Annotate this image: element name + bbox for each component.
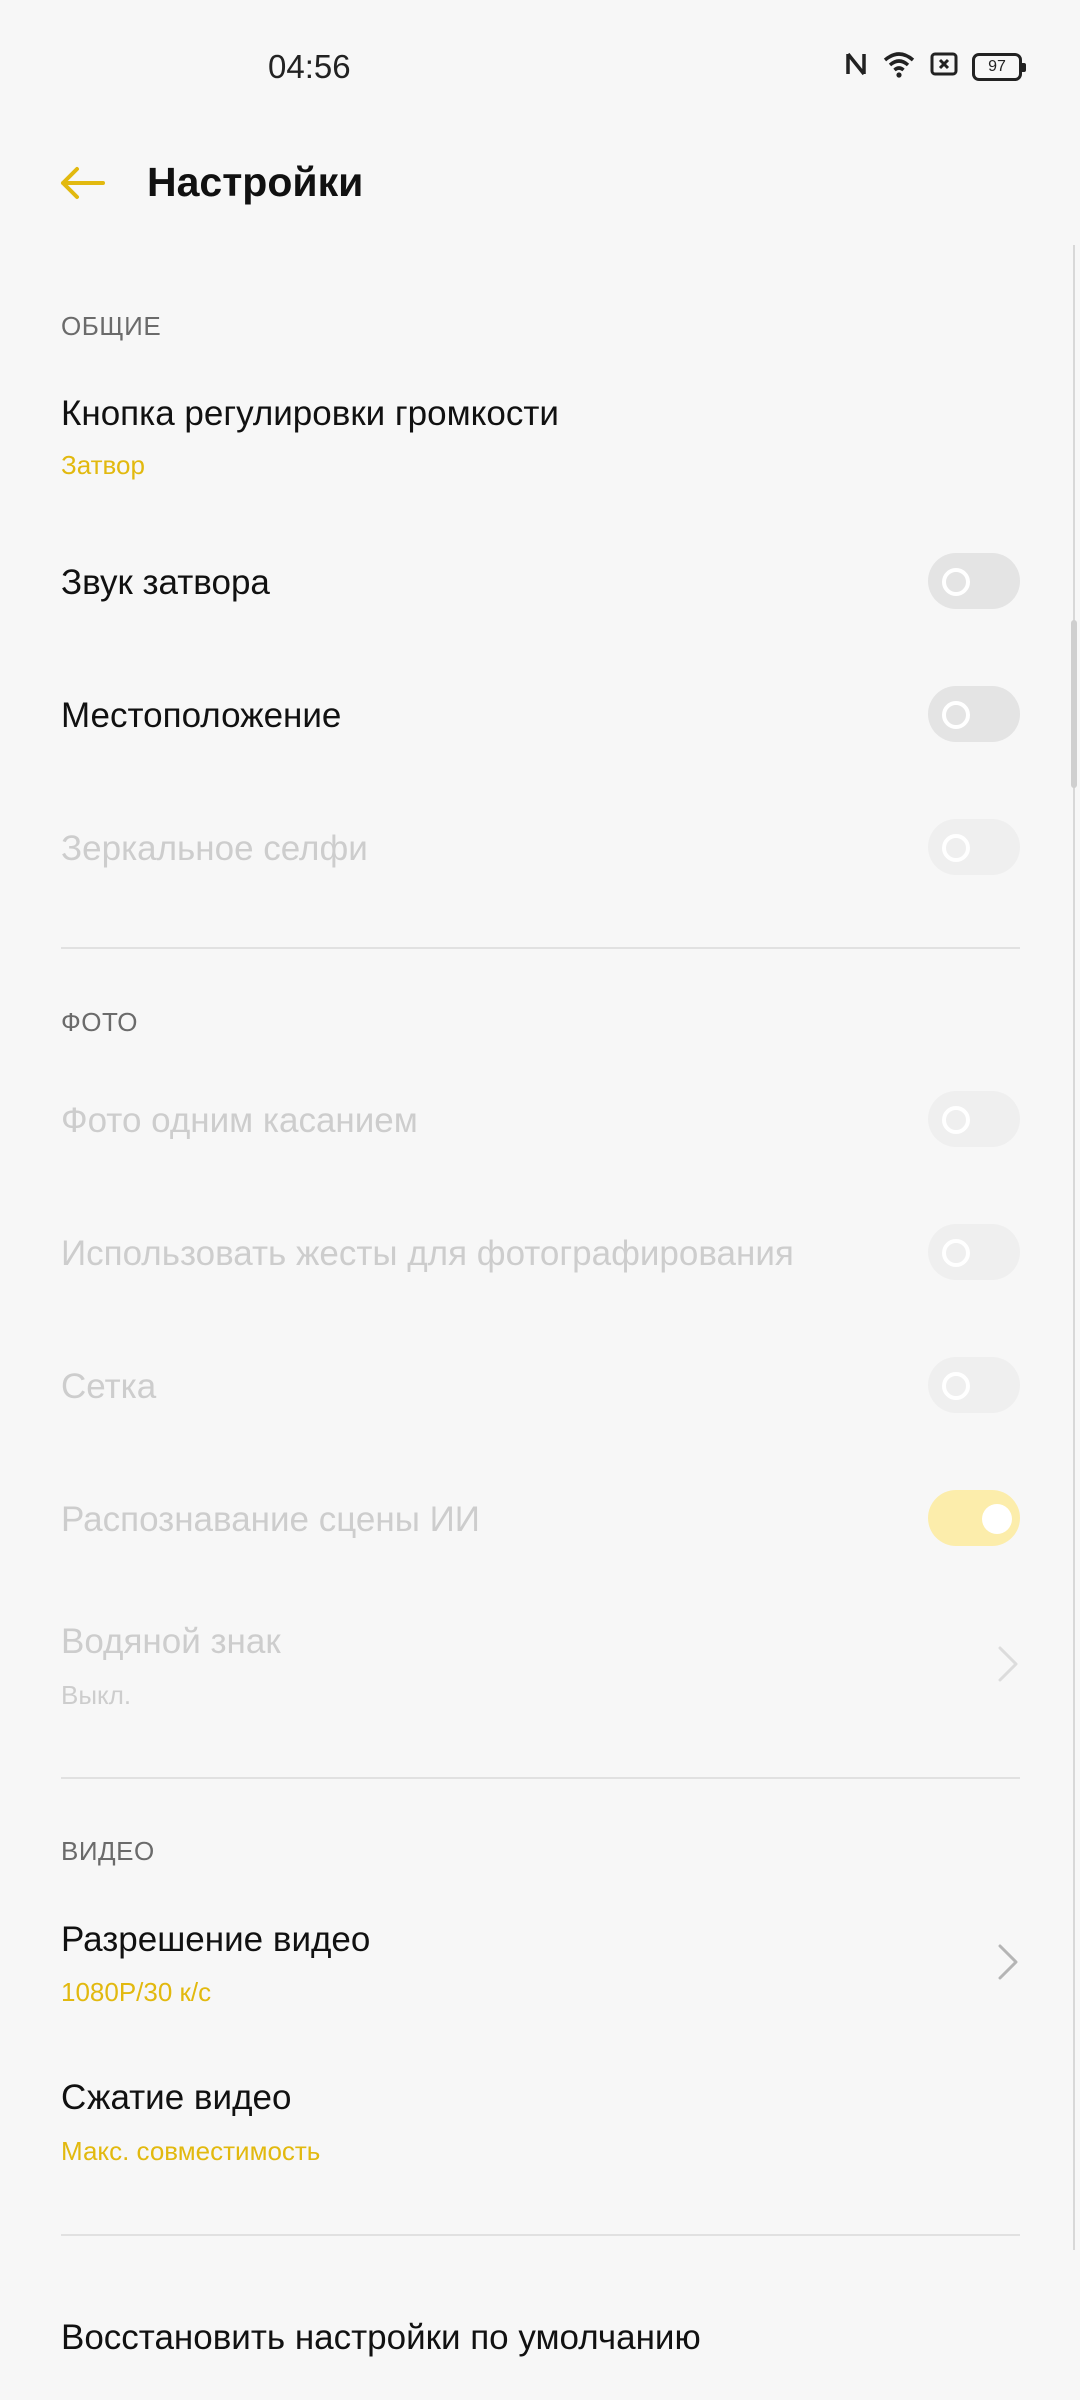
chevron-right-icon	[996, 1644, 1020, 1684]
mirror-selfie-toggle[interactable]	[928, 819, 1020, 875]
shutter-sound-label: Звук затвора	[61, 563, 270, 602]
section-header-video: ВИДЕО	[61, 1836, 155, 1866]
location-label: Местоположение	[61, 696, 342, 735]
page-title: Настройки	[147, 159, 364, 205]
location-toggle[interactable]	[928, 686, 1020, 742]
ai-scene-toggle[interactable]	[928, 1490, 1020, 1546]
video-compression-title: Сжатие видео	[61, 2078, 292, 2117]
back-button[interactable]	[52, 160, 112, 210]
toggle-knob	[942, 834, 970, 862]
nfc-icon	[844, 50, 868, 83]
volume-button-setting[interactable]: Кнопка регулировки громкости Затвор	[0, 380, 1060, 500]
arrow-left-icon	[59, 166, 105, 205]
one-touch-photo-toggle[interactable]	[928, 1091, 1020, 1147]
divider	[61, 2234, 1020, 2236]
grid-label: Сетка	[61, 1367, 157, 1406]
mirror-selfie-label: Зеркальное селфи	[61, 829, 368, 868]
one-touch-photo-label: Фото одним касанием	[61, 1101, 418, 1140]
scrollbar-track[interactable]	[1073, 245, 1075, 2250]
scrollbar-thumb[interactable]	[1071, 620, 1077, 788]
video-compression-setting[interactable]: Сжатие видео Макс. совместимость	[0, 2060, 1060, 2190]
watermark-setting[interactable]: Водяной знак Выкл.	[0, 1600, 1060, 1730]
toggle-knob	[982, 1504, 1012, 1534]
toggle-knob	[942, 568, 970, 596]
video-resolution-value: 1080P/30 к/с	[61, 1977, 212, 2007]
video-resolution-title: Разрешение видео	[61, 1920, 371, 1959]
sim-off-icon	[930, 51, 958, 82]
toggle-knob	[942, 701, 970, 729]
shutter-sound-toggle[interactable]	[928, 553, 1020, 609]
gestures-toggle[interactable]	[928, 1224, 1020, 1280]
status-time: 04:56	[268, 48, 351, 85]
chevron-right-icon	[996, 1942, 1020, 1982]
toggle-knob	[942, 1106, 970, 1134]
grid-toggle[interactable]	[928, 1357, 1020, 1413]
wifi-icon	[882, 50, 916, 83]
volume-button-title: Кнопка регулировки громкости	[61, 394, 559, 433]
gestures-label: Использовать жесты для фотографирования	[61, 1234, 794, 1273]
section-header-photo: ФОТО	[61, 1007, 138, 1037]
restore-defaults-button[interactable]: Восстановить настройки по умолчанию	[61, 2318, 701, 2358]
video-compression-value: Макс. совместимость	[61, 2136, 321, 2166]
video-resolution-setting[interactable]: Разрешение видео 1080P/30 к/с	[0, 1900, 1060, 2030]
volume-button-value: Затвор	[61, 450, 145, 480]
watermark-title: Водяной знак	[61, 1622, 281, 1661]
divider	[61, 947, 1020, 949]
ai-scene-label: Распознавание сцены ИИ	[61, 1500, 480, 1539]
toggle-knob	[942, 1372, 970, 1400]
status-icons: 97	[844, 50, 1026, 83]
battery-icon: 97	[972, 52, 1026, 81]
divider	[61, 1777, 1020, 1779]
watermark-value: Выкл.	[61, 1680, 132, 1710]
toggle-knob	[942, 1239, 970, 1267]
section-header-general: ОБЩИЕ	[61, 311, 162, 341]
